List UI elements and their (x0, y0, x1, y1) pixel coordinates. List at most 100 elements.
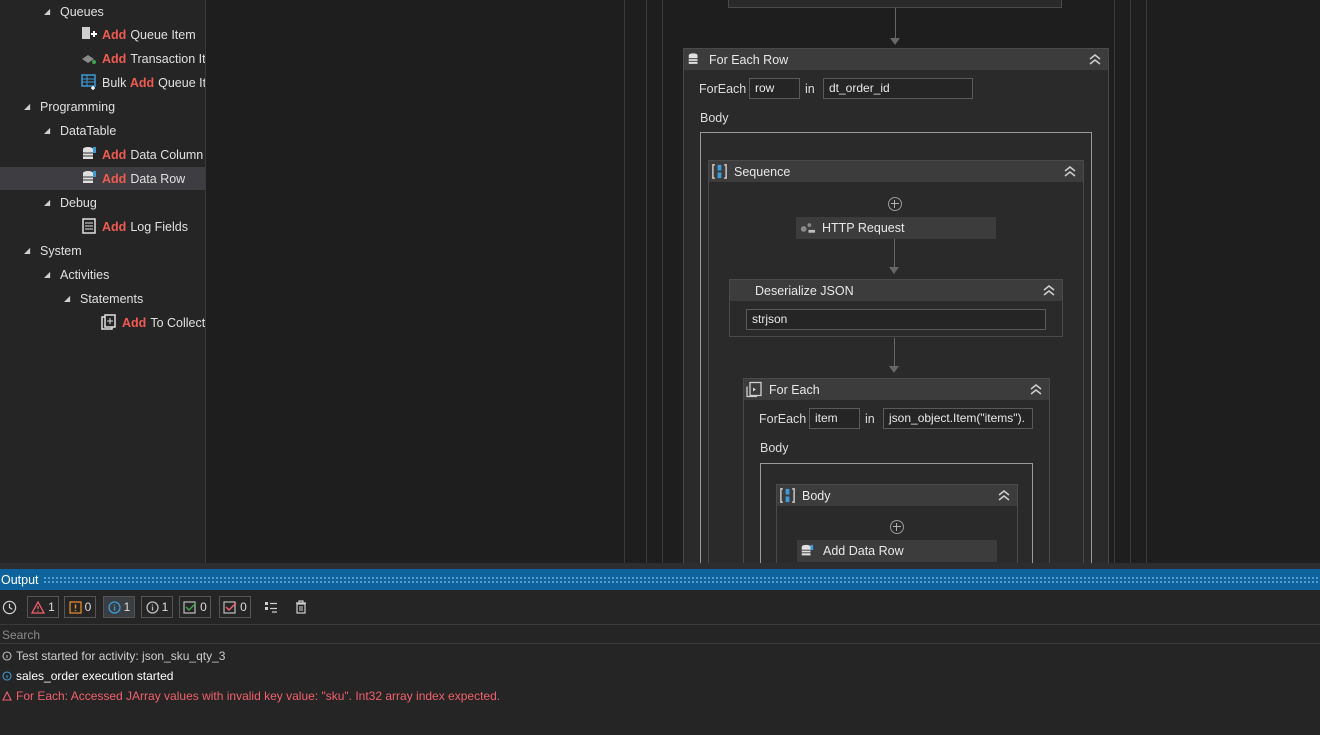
tree-node-label: Debug (60, 195, 97, 210)
activity-header[interactable]: For Each (744, 379, 1049, 400)
previous-activity[interactable] (728, 0, 1062, 8)
collection-input[interactable]: dt_order_id (823, 78, 973, 99)
expand-triangle-icon[interactable]: ◢ (24, 102, 30, 111)
add-activity-plus-icon[interactable] (888, 197, 902, 211)
collapse-chevron-icon[interactable] (1029, 382, 1043, 396)
http-request-activity[interactable]: HTTP Request (796, 217, 996, 239)
expand-triangle-icon[interactable]: ◢ (44, 7, 50, 16)
expand-triangle-icon[interactable]: ◢ (44, 126, 50, 135)
queue-item-icon (82, 27, 97, 39)
sequence-icon (712, 164, 727, 179)
database-icon (801, 544, 814, 556)
log-entry[interactable]: Test started for activity: json_sku_qty_… (2, 649, 225, 663)
list-options-icon[interactable] (264, 601, 278, 614)
for-each-row-activity[interactable]: For Each Row ForEach row in dt_order_id … (683, 48, 1109, 563)
tree-node-label: Statements (80, 291, 144, 306)
container-border (1130, 0, 1131, 563)
log-entry[interactable]: sales_order execution started (2, 669, 173, 683)
warnings-filter-button[interactable]: 0 (64, 596, 96, 618)
tree-node-datatable[interactable]: ◢ DataTable (0, 119, 205, 142)
activity-title: Sequence (734, 164, 791, 179)
tree-node-queues[interactable]: ◢ Queues (0, 0, 205, 23)
tree-item-add-data-row[interactable]: Add Data Row (0, 167, 205, 190)
collection-input[interactable]: json_object.Item("items"). (883, 408, 1033, 429)
in-label: in (865, 412, 875, 426)
output-panel-header[interactable]: Output (0, 569, 1320, 590)
deserialize-json-activity[interactable]: Deserialize JSON strjson (729, 279, 1063, 337)
trash-icon[interactable] (295, 600, 307, 614)
tree-item-label: To Collecti (150, 315, 205, 330)
error-triangle-icon (2, 691, 12, 701)
connector-arrow-icon (890, 38, 900, 45)
log-entry[interactable]: For Each: Accessed JArray values with in… (2, 689, 500, 703)
expand-triangle-icon[interactable]: ◢ (64, 294, 70, 303)
errors-count: 1 (48, 600, 55, 614)
success-check-icon (183, 600, 197, 614)
trace-filter-button[interactable]: 1 (141, 596, 173, 618)
expand-triangle-icon[interactable]: ◢ (44, 198, 50, 207)
output-search-input[interactable]: Search (0, 624, 1320, 644)
activity-header[interactable]: For Each Row (684, 49, 1108, 70)
tree-item-add-transaction-item[interactable]: Add Transaction Ite (0, 47, 205, 70)
tree-node-debug[interactable]: ◢ Debug (0, 191, 205, 214)
activity-header[interactable]: Deserialize JSON (730, 280, 1062, 301)
error-triangle-icon (31, 600, 46, 614)
container-border (624, 0, 625, 563)
failed-filter-button[interactable]: 0 (219, 596, 251, 618)
container-border (1146, 0, 1147, 563)
success-count: 0 (200, 600, 207, 614)
tree-item-add-data-column[interactable]: Add Data Column (0, 143, 205, 166)
body-container[interactable]: Sequence HTTP Request Deserialize JSON s… (700, 132, 1092, 563)
connector-arrow-icon (889, 267, 899, 274)
foreach-variable-input[interactable]: row (749, 78, 800, 99)
highlight-text: Add (102, 51, 127, 66)
expand-triangle-icon[interactable]: ◢ (24, 246, 30, 255)
for-each-activity[interactable]: For Each ForEach item in json_object.Ite… (743, 378, 1050, 563)
connector-line (894, 338, 895, 368)
add-data-row-activity[interactable]: Add Data Row (797, 540, 997, 562)
http-request-icon (800, 223, 816, 233)
collapse-chevron-icon[interactable] (1042, 283, 1056, 297)
body-sequence-activity[interactable]: Body Add Data Row (776, 484, 1018, 563)
designer-canvas[interactable]: For Each Row ForEach row in dt_order_id … (206, 0, 1320, 563)
highlight-text: Add (102, 147, 127, 162)
output-panel-title: Output (0, 572, 43, 587)
json-string-input[interactable]: strjson (746, 309, 1046, 330)
collapse-chevron-icon[interactable] (1063, 164, 1077, 178)
foreach-label: ForEach (699, 82, 747, 96)
database-icon (83, 147, 96, 159)
tree-item-bulk-add-queue-items[interactable]: Bulk AddQueue Ite (0, 71, 205, 94)
tree-item-label: Queue Item (130, 27, 196, 42)
body-container[interactable]: Body Add Data Row (760, 463, 1033, 563)
sequence-icon (780, 488, 795, 503)
clock-icon[interactable] (2, 600, 17, 615)
foreach-variable-input[interactable]: item (809, 408, 860, 429)
tree-item-add-to-collection[interactable]: Add To Collecti (0, 311, 205, 334)
transaction-item-icon (82, 55, 96, 64)
collapse-chevron-icon[interactable] (997, 488, 1011, 502)
collapse-chevron-icon[interactable] (1088, 52, 1102, 66)
tree-node-activities[interactable]: ◢ Activities (0, 263, 205, 286)
log-fields-icon (82, 218, 96, 234)
add-activity-plus-icon[interactable] (890, 520, 904, 534)
highlight-text: Add (102, 219, 127, 234)
expand-triangle-icon[interactable]: ◢ (44, 270, 50, 279)
tree-item-prefix: Bulk (102, 75, 127, 90)
body-label: Body (760, 441, 789, 455)
errors-filter-button[interactable]: 1 (27, 596, 59, 618)
activity-header[interactable]: Sequence (709, 161, 1083, 182)
sequence-activity[interactable]: Sequence HTTP Request Deserialize JSON s… (708, 160, 1084, 563)
tree-node-programming[interactable]: ◢ Programming (0, 95, 205, 118)
drag-grip[interactable] (42, 575, 1318, 584)
info-filter-button[interactable]: 1 (103, 596, 135, 618)
tree-node-statements[interactable]: ◢ Statements (0, 287, 205, 310)
tree-item-add-log-fields[interactable]: Add Log Fields (0, 215, 205, 238)
tree-node-system[interactable]: ◢ System (0, 239, 205, 262)
trace-info-icon (146, 600, 159, 614)
collection-icon (101, 314, 116, 330)
success-filter-button[interactable]: 0 (179, 596, 211, 618)
log-message: sales_order execution started (16, 669, 174, 683)
tree-item-add-queue-item[interactable]: Add Queue Item (0, 23, 205, 46)
container-border (646, 0, 647, 563)
activity-header[interactable]: Body (777, 485, 1017, 506)
